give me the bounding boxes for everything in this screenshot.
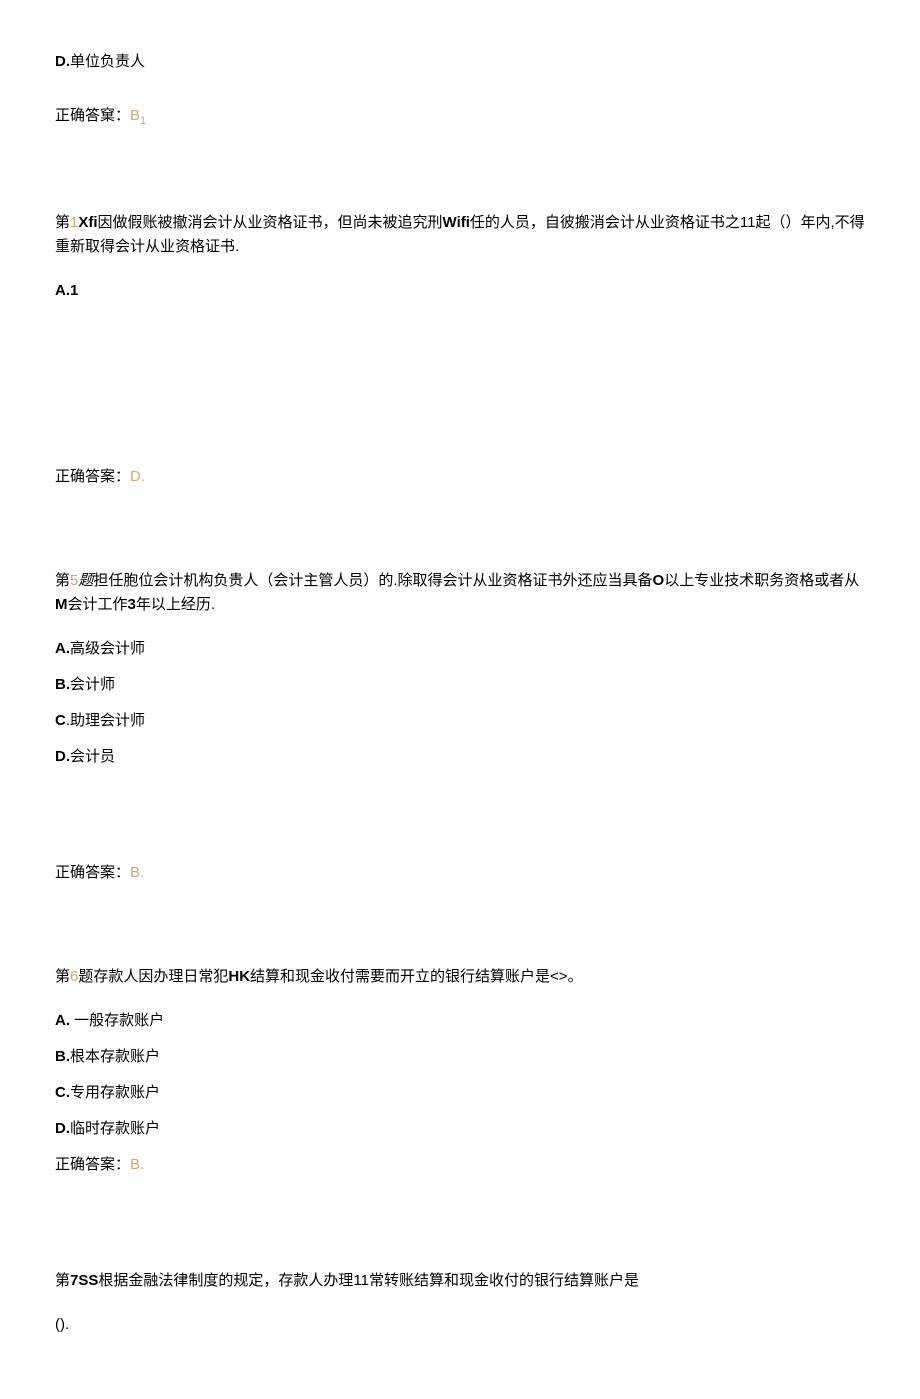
q-prefix: 第	[55, 968, 70, 985]
option-text: 高级会计师	[70, 640, 145, 657]
option-label: D.	[55, 748, 70, 765]
q6-answer: 正确答案：B.	[55, 1153, 865, 1177]
q7-paren: ().	[55, 1313, 865, 1337]
option-text: 根本存款账户	[70, 1048, 160, 1065]
q-bold3: 3	[128, 596, 136, 613]
q5-option-b: B.会计师	[55, 673, 865, 697]
q3-answer: 正确答窠：B1	[55, 104, 865, 131]
answer-value: B.	[130, 1156, 144, 1173]
q4-option-a: A.1	[55, 279, 865, 303]
q-prefix: 第	[55, 572, 70, 589]
q-text2: 结算和现金收付需要而开立的银行结算账户是<>。	[250, 968, 583, 985]
option-text: 专用存款账户	[70, 1084, 160, 1101]
q4-answer: 正确答案：D.	[55, 465, 865, 489]
q5-option-a: A.高级会计师	[55, 637, 865, 661]
option-label: A.	[55, 1012, 70, 1029]
option-label: D.	[55, 53, 70, 70]
q5-option-c: C.助理会计师	[55, 709, 865, 733]
q-bold: HK	[228, 968, 250, 985]
q-bold1: O	[653, 572, 665, 589]
q-text2: 以上专业技术职务资格或者从	[664, 572, 859, 589]
option-label: C	[55, 712, 66, 729]
q-prefix: 第	[55, 1272, 70, 1289]
q-text1: 题存款人因办理日常犯	[78, 968, 228, 985]
q6-option-c: C.专用存款账户	[55, 1081, 865, 1105]
q-text: 根据金融法律制度的规定，存款人办理11常转账结算和现金收付的银行结算账户是	[98, 1272, 639, 1289]
option-label: B.	[55, 1048, 70, 1065]
q-prefix: 第	[55, 214, 70, 231]
question-6: 第6题存款人因办理日常犯HK结算和现金收付需要而开立的银行结算账户是<>。	[55, 965, 865, 989]
q5-option-d: D.会计员	[55, 745, 865, 769]
option-label: C.	[55, 1084, 70, 1101]
answer-label: 正确答案：	[55, 468, 130, 485]
option-text: 临时存款账户	[70, 1120, 160, 1137]
option-text: 单位负责人	[70, 53, 145, 70]
option-text: .助理会计师	[66, 712, 145, 729]
option-label: D.	[55, 1120, 70, 1137]
q-bold1: Xfi	[78, 214, 97, 231]
q-text4: 年以上经历.	[136, 596, 215, 613]
q6-option-a: A. 一般存款账户	[55, 1009, 865, 1033]
q-bold: 7SS	[70, 1272, 98, 1289]
answer-label: 正确答案：	[55, 864, 130, 881]
q3-option-d: D.单位负责人	[55, 50, 865, 74]
q-text1: 担任胞位会计机构负贵人（会计主管人员）的.除取得会计从业资格证书外还应当具备	[93, 572, 652, 589]
q-bold2: Wifi	[443, 214, 470, 231]
answer-label: 正确答案：	[55, 1156, 130, 1173]
answer-value: B	[130, 107, 140, 124]
q-bold2: M	[55, 596, 68, 613]
answer-label: 正确答窠：	[55, 107, 130, 124]
q-italic: 题	[78, 572, 93, 589]
option-text: 一般存款账户	[70, 1012, 164, 1029]
option-text: 会计员	[70, 748, 115, 765]
option-text: 会计师	[70, 676, 115, 693]
answer-sub: 1	[140, 115, 146, 127]
q6-option-d: D.临时存款账户	[55, 1117, 865, 1141]
q6-option-b: B.根本存款账户	[55, 1045, 865, 1069]
paren-text: ().	[55, 1316, 69, 1333]
question-5: 第5题担任胞位会计机构负贵人（会计主管人员）的.除取得会计从业资格证书外还应当具…	[55, 569, 865, 617]
option-label: B.	[55, 676, 70, 693]
answer-value: D.	[130, 468, 145, 485]
answer-value: B.	[130, 864, 144, 881]
question-7: 第7SS根据金融法律制度的规定，存款人办理11常转账结算和现金收付的银行结算账户…	[55, 1269, 865, 1293]
q5-answer: 正确答案：B.	[55, 861, 865, 885]
option-text: A.1	[55, 282, 78, 299]
question-4: 第1Xfi因做假账被撤消会计从业资格证书，但尚未被追究刑Wifi任的人员，自彼搬…	[55, 211, 865, 259]
q-text3: 会计工作	[68, 596, 128, 613]
option-label: A.	[55, 640, 70, 657]
q-text1: 因做假账被撤消会计从业资格证书，但尚未被追究刑	[98, 214, 443, 231]
